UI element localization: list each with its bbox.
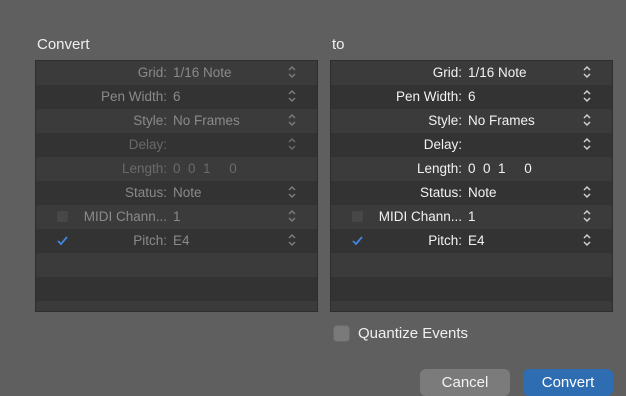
to-pen-width-label: Pen Width: [395, 89, 462, 104]
convert-style-row[interactable]: Style: No Frames [36, 109, 317, 133]
convert-length-value[interactable]: 0 0 1 0 [173, 161, 237, 176]
checkmark-icon [352, 236, 363, 246]
to-midi-channel-checkbox[interactable] [351, 210, 364, 223]
convert-status-label: Status: [124, 185, 167, 200]
convert-style-label: Style: [133, 113, 167, 128]
to-pitch-checkbox[interactable] [351, 234, 364, 247]
convert-pen-width-row[interactable]: Pen Width: 6 [36, 85, 317, 109]
convert-button[interactable]: Convert [523, 369, 613, 396]
to-grid-value: 1/16 Note [468, 65, 527, 80]
checkmark-icon [57, 236, 68, 246]
to-midi-channel-value: 1 [468, 209, 476, 224]
empty-row [331, 277, 612, 301]
convert-pen-width-label: Pen Width: [100, 89, 167, 104]
to-pitch-label: Pitch: [428, 233, 462, 248]
empty-row [331, 253, 612, 277]
empty-row [36, 253, 317, 277]
chevron-up-down-icon[interactable] [582, 185, 592, 199]
convert-status-value: Note [173, 185, 202, 200]
quantize-checkbox-box[interactable] [333, 325, 350, 342]
convert-midi-channel-row[interactable]: MIDI Chann... 1 [36, 205, 317, 229]
convert-length-label: Length: [121, 161, 167, 176]
convert-midi-channel-checkbox[interactable] [56, 210, 69, 223]
to-status-value: Note [468, 185, 497, 200]
chevron-up-down-icon[interactable] [287, 233, 297, 247]
to-status-label: Status: [419, 185, 462, 200]
to-style-row[interactable]: Style: No Frames [331, 109, 612, 133]
convert-pitch-row[interactable]: Pitch: E4 [36, 229, 317, 253]
convert-section-title: Convert [37, 36, 90, 53]
cancel-button[interactable]: Cancel [420, 369, 510, 396]
convert-pitch-checkbox[interactable] [56, 234, 69, 247]
chevron-up-down-icon[interactable] [287, 65, 297, 79]
convert-midi-channel-value: 1 [173, 209, 181, 224]
chevron-up-down-icon[interactable] [287, 113, 297, 127]
chevron-up-down-icon[interactable] [582, 137, 592, 151]
to-midi-channel-label: MIDI Chann... [378, 209, 462, 224]
to-section-title: to [332, 36, 345, 53]
to-pen-width-value: 6 [468, 89, 476, 104]
to-settings-panel: Grid: 1/16 Note Pen Width: 6 Style: No F… [330, 60, 613, 312]
chevron-up-down-icon[interactable] [582, 233, 592, 247]
to-pitch-value: E4 [468, 233, 485, 248]
convert-settings-panel: Grid: 1/16 Note Pen Width: 6 Style: No F… [35, 60, 318, 312]
convert-grid-value: 1/16 Note [173, 65, 232, 80]
convert-delay-label: Delay: [128, 137, 167, 152]
convert-grid-label: Grid: [137, 65, 167, 80]
chevron-up-down-icon[interactable] [582, 113, 592, 127]
empty-row [36, 277, 317, 301]
convert-length-row[interactable]: Length: 0 0 1 0 [36, 157, 317, 181]
to-delay-row[interactable]: Delay: [331, 133, 612, 157]
convert-delay-row[interactable]: Delay: [36, 133, 317, 157]
to-length-label: Length: [416, 161, 462, 176]
chevron-up-down-icon[interactable] [582, 65, 592, 79]
to-style-label: Style: [428, 113, 462, 128]
convert-midi-channel-label: MIDI Chann... [83, 209, 167, 224]
chevron-up-down-icon[interactable] [582, 89, 592, 103]
convert-pen-width-value: 6 [173, 89, 181, 104]
to-grid-label: Grid: [432, 65, 462, 80]
quantize-events-label: Quantize Events [358, 325, 469, 342]
convert-grid-row[interactable]: Grid: 1/16 Note [36, 61, 317, 85]
to-grid-row[interactable]: Grid: 1/16 Note [331, 61, 612, 85]
to-delay-label: Delay: [423, 137, 462, 152]
to-pitch-row[interactable]: Pitch: E4 [331, 229, 612, 253]
convert-pitch-value: E4 [173, 233, 190, 248]
convert-pitch-label: Pitch: [133, 233, 167, 248]
to-pen-width-row[interactable]: Pen Width: 6 [331, 85, 612, 109]
chevron-up-down-icon[interactable] [287, 137, 297, 151]
convert-status-row[interactable]: Status: Note [36, 181, 317, 205]
chevron-up-down-icon[interactable] [287, 185, 297, 199]
to-length-value[interactable]: 0 0 1 0 [468, 161, 532, 176]
to-length-row[interactable]: Length: 0 0 1 0 [331, 157, 612, 181]
convert-style-value: No Frames [173, 113, 240, 128]
to-status-row[interactable]: Status: Note [331, 181, 612, 205]
to-style-value: No Frames [468, 113, 535, 128]
to-midi-channel-row[interactable]: MIDI Chann... 1 [331, 205, 612, 229]
chevron-up-down-icon[interactable] [287, 89, 297, 103]
chevron-up-down-icon[interactable] [287, 209, 297, 223]
chevron-up-down-icon[interactable] [582, 209, 592, 223]
quantize-events-checkbox[interactable]: Quantize Events [333, 325, 468, 342]
